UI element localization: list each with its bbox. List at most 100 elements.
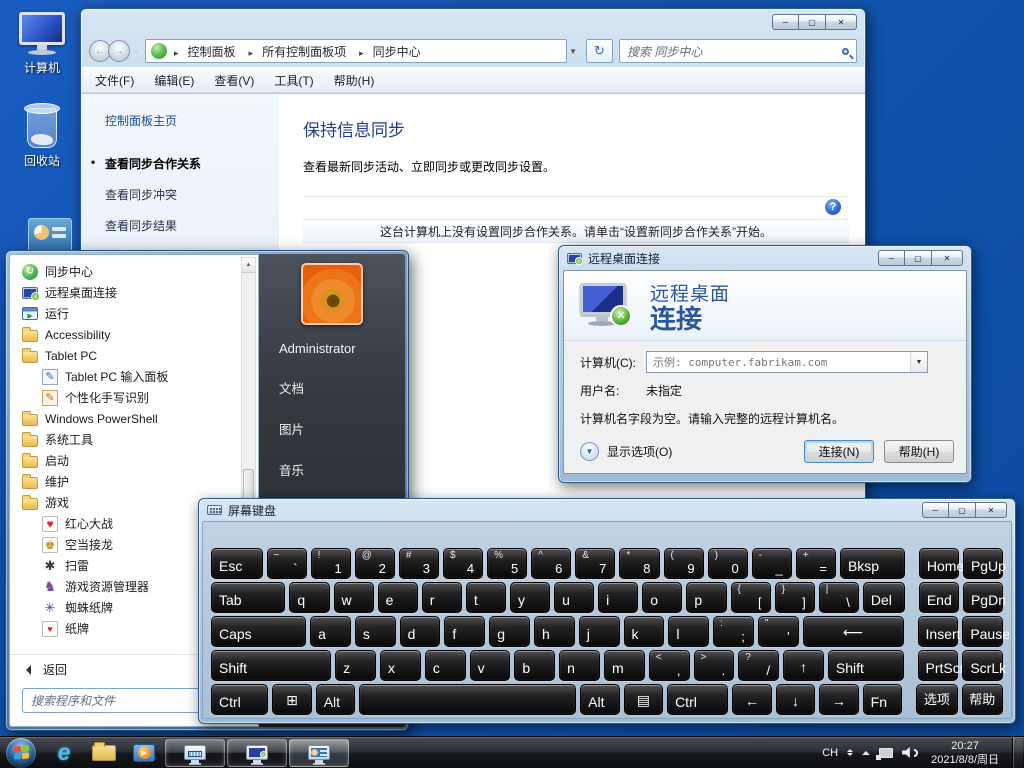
- title-bar[interactable]: ─ ▢ ✕: [81, 9, 865, 35]
- osk-key[interactable]: Fn: [863, 684, 902, 715]
- osk-key[interactable]: ^6: [531, 548, 571, 579]
- menu-item[interactable]: 帮助(H): [326, 69, 383, 92]
- osk-key[interactable]: c: [425, 650, 466, 681]
- breadcrumb-item[interactable]: 所有控制面板项: [243, 41, 353, 62]
- osk-key[interactable]: ↓: [776, 684, 815, 715]
- osk-key[interactable]: &7: [575, 548, 615, 579]
- osk-key[interactable]: g: [489, 616, 530, 647]
- minimize-button[interactable]: ─: [878, 250, 905, 266]
- start-menu-program-item[interactable]: Tablet PC 输入面板: [18, 366, 238, 387]
- osk-key[interactable]: Bksp: [840, 548, 905, 579]
- desktop-icon-recycle-bin[interactable]: 回收站: [4, 102, 80, 169]
- breadcrumb-dropdown-icon[interactable]: ▼: [569, 47, 580, 56]
- osk-key[interactable]: ▤: [624, 684, 663, 715]
- breadcrumb-item[interactable]: 控制面板: [168, 41, 242, 62]
- osk-key[interactable]: m: [604, 650, 645, 681]
- desktop-icon-computer[interactable]: 计算机: [4, 12, 80, 76]
- osk-key[interactable]: j: [579, 616, 620, 647]
- maximize-button[interactable]: ▢: [949, 502, 976, 518]
- osk-key[interactable]: i: [598, 582, 638, 613]
- start-menu-program-item[interactable]: 维护: [18, 471, 238, 492]
- osk-key[interactable]: #3: [399, 548, 439, 579]
- osk-key[interactable]: PgUp: [963, 548, 1003, 579]
- osk-key[interactable]: Caps: [211, 616, 306, 647]
- osk-key[interactable]: Alt: [580, 684, 619, 715]
- osk-key[interactable]: Insert: [918, 616, 959, 647]
- desktop-icon-control-panel[interactable]: [12, 218, 88, 252]
- user-avatar[interactable]: [301, 263, 363, 325]
- title-bar[interactable]: 远程桌面连接 ─ ▢ ✕: [559, 246, 971, 270]
- osk-key[interactable]: n: [559, 650, 600, 681]
- maximize-button[interactable]: ▢: [799, 14, 826, 30]
- osk-key[interactable]: q: [289, 582, 329, 613]
- search-icon[interactable]: [842, 48, 849, 55]
- osk-key[interactable]: ⟵: [803, 616, 904, 647]
- start-menu-program-item[interactable]: Tablet PC: [18, 345, 238, 366]
- osk-key[interactable]: +=: [796, 548, 836, 579]
- computer-combobox[interactable]: 示例: computer.fabrikam.com ▼: [646, 351, 928, 373]
- refresh-button[interactable]: ↻: [586, 39, 613, 63]
- osk-key[interactable]: h: [534, 616, 575, 647]
- start-button[interactable]: [6, 738, 36, 768]
- osk-key[interactable]: x: [380, 650, 421, 681]
- menu-item[interactable]: 查看(V): [206, 69, 262, 92]
- sidebar-task[interactable]: 查看同步结果: [105, 217, 279, 234]
- breadcrumb[interactable]: 控制面板所有控制面板项同步中心: [145, 39, 567, 63]
- start-menu-program-item[interactable]: 个性化手写识别: [18, 387, 238, 408]
- taskbar-media-player[interactable]: ▶: [124, 738, 164, 768]
- osk-key[interactable]: w: [334, 582, 374, 613]
- menu-item[interactable]: 编辑(E): [146, 69, 202, 92]
- language-switch-icon[interactable]: [847, 746, 853, 759]
- osk-key[interactable]: p: [686, 582, 726, 613]
- osk-key[interactable]: >.: [694, 650, 735, 681]
- taskbar-window-remote-desktop[interactable]: [227, 739, 287, 767]
- osk-key[interactable]: }]: [775, 582, 815, 613]
- taskbar-window-on-screen-keyboard[interactable]: [165, 739, 225, 767]
- osk-key[interactable]: u: [554, 582, 594, 613]
- sidebar-task[interactable]: 查看同步合作关系: [105, 155, 279, 172]
- show-options-link[interactable]: 显示选项(O): [607, 443, 672, 460]
- taskbar-window-sync-center[interactable]: [289, 739, 349, 767]
- close-button[interactable]: ✕: [976, 502, 1007, 518]
- osk-key[interactable]: |\: [819, 582, 859, 613]
- osk-key[interactable]: [359, 684, 576, 715]
- start-menu-program-item[interactable]: 启动: [18, 450, 238, 471]
- show-options-chevron-icon[interactable]: ▼: [580, 442, 599, 461]
- combobox-dropdown-icon[interactable]: ▼: [910, 352, 927, 372]
- taskbar-clock[interactable]: 20:27 2021/8/8/周日: [927, 739, 1003, 767]
- osk-key[interactable]: (9: [664, 548, 704, 579]
- menu-item[interactable]: 工具(T): [266, 69, 321, 92]
- start-menu-program-item[interactable]: 同步中心: [18, 261, 238, 282]
- breadcrumb-item[interactable]: 同步中心: [353, 41, 427, 62]
- start-menu-program-item[interactable]: 远程桌面连接: [18, 282, 238, 303]
- osk-key[interactable]: Ctrl: [667, 684, 728, 715]
- osk-key[interactable]: Tab: [211, 582, 285, 613]
- osk-key[interactable]: Ctrl: [211, 684, 268, 715]
- start-menu-program-item[interactable]: 运行: [18, 303, 238, 324]
- start-menu-place-item[interactable]: 音乐: [279, 460, 405, 479]
- osk-key[interactable]: o: [642, 582, 682, 613]
- start-menu-place-item[interactable]: 文档: [279, 378, 405, 397]
- osk-key[interactable]: ⊞: [272, 684, 311, 715]
- osk-key[interactable]: v: [470, 650, 511, 681]
- recent-pages-icon[interactable]: [133, 50, 139, 56]
- taskbar-internet-explorer[interactable]: e: [44, 738, 84, 768]
- osk-key[interactable]: Shift: [211, 650, 331, 681]
- network-icon[interactable]: [879, 748, 893, 758]
- osk-key[interactable]: %5: [487, 548, 527, 579]
- close-button[interactable]: ✕: [826, 14, 857, 30]
- sidebar-item-control-panel-home[interactable]: 控制面板主页: [105, 112, 279, 129]
- osk-key[interactable]: ←: [732, 684, 771, 715]
- taskbar-windows-explorer[interactable]: [84, 738, 124, 768]
- osk-key[interactable]: *8: [619, 548, 659, 579]
- scroll-up-icon[interactable]: ▲: [242, 258, 255, 273]
- sidebar-task[interactable]: 查看同步冲突: [105, 186, 279, 203]
- osk-key[interactable]: ~`: [267, 548, 307, 579]
- osk-key[interactable]: ?/: [738, 650, 779, 681]
- osk-key[interactable]: f: [444, 616, 485, 647]
- osk-key[interactable]: @2: [355, 548, 395, 579]
- osk-key[interactable]: $4: [443, 548, 483, 579]
- osk-key[interactable]: e: [378, 582, 418, 613]
- start-menu-place-item[interactable]: 图片: [279, 419, 405, 438]
- osk-key[interactable]: l: [668, 616, 709, 647]
